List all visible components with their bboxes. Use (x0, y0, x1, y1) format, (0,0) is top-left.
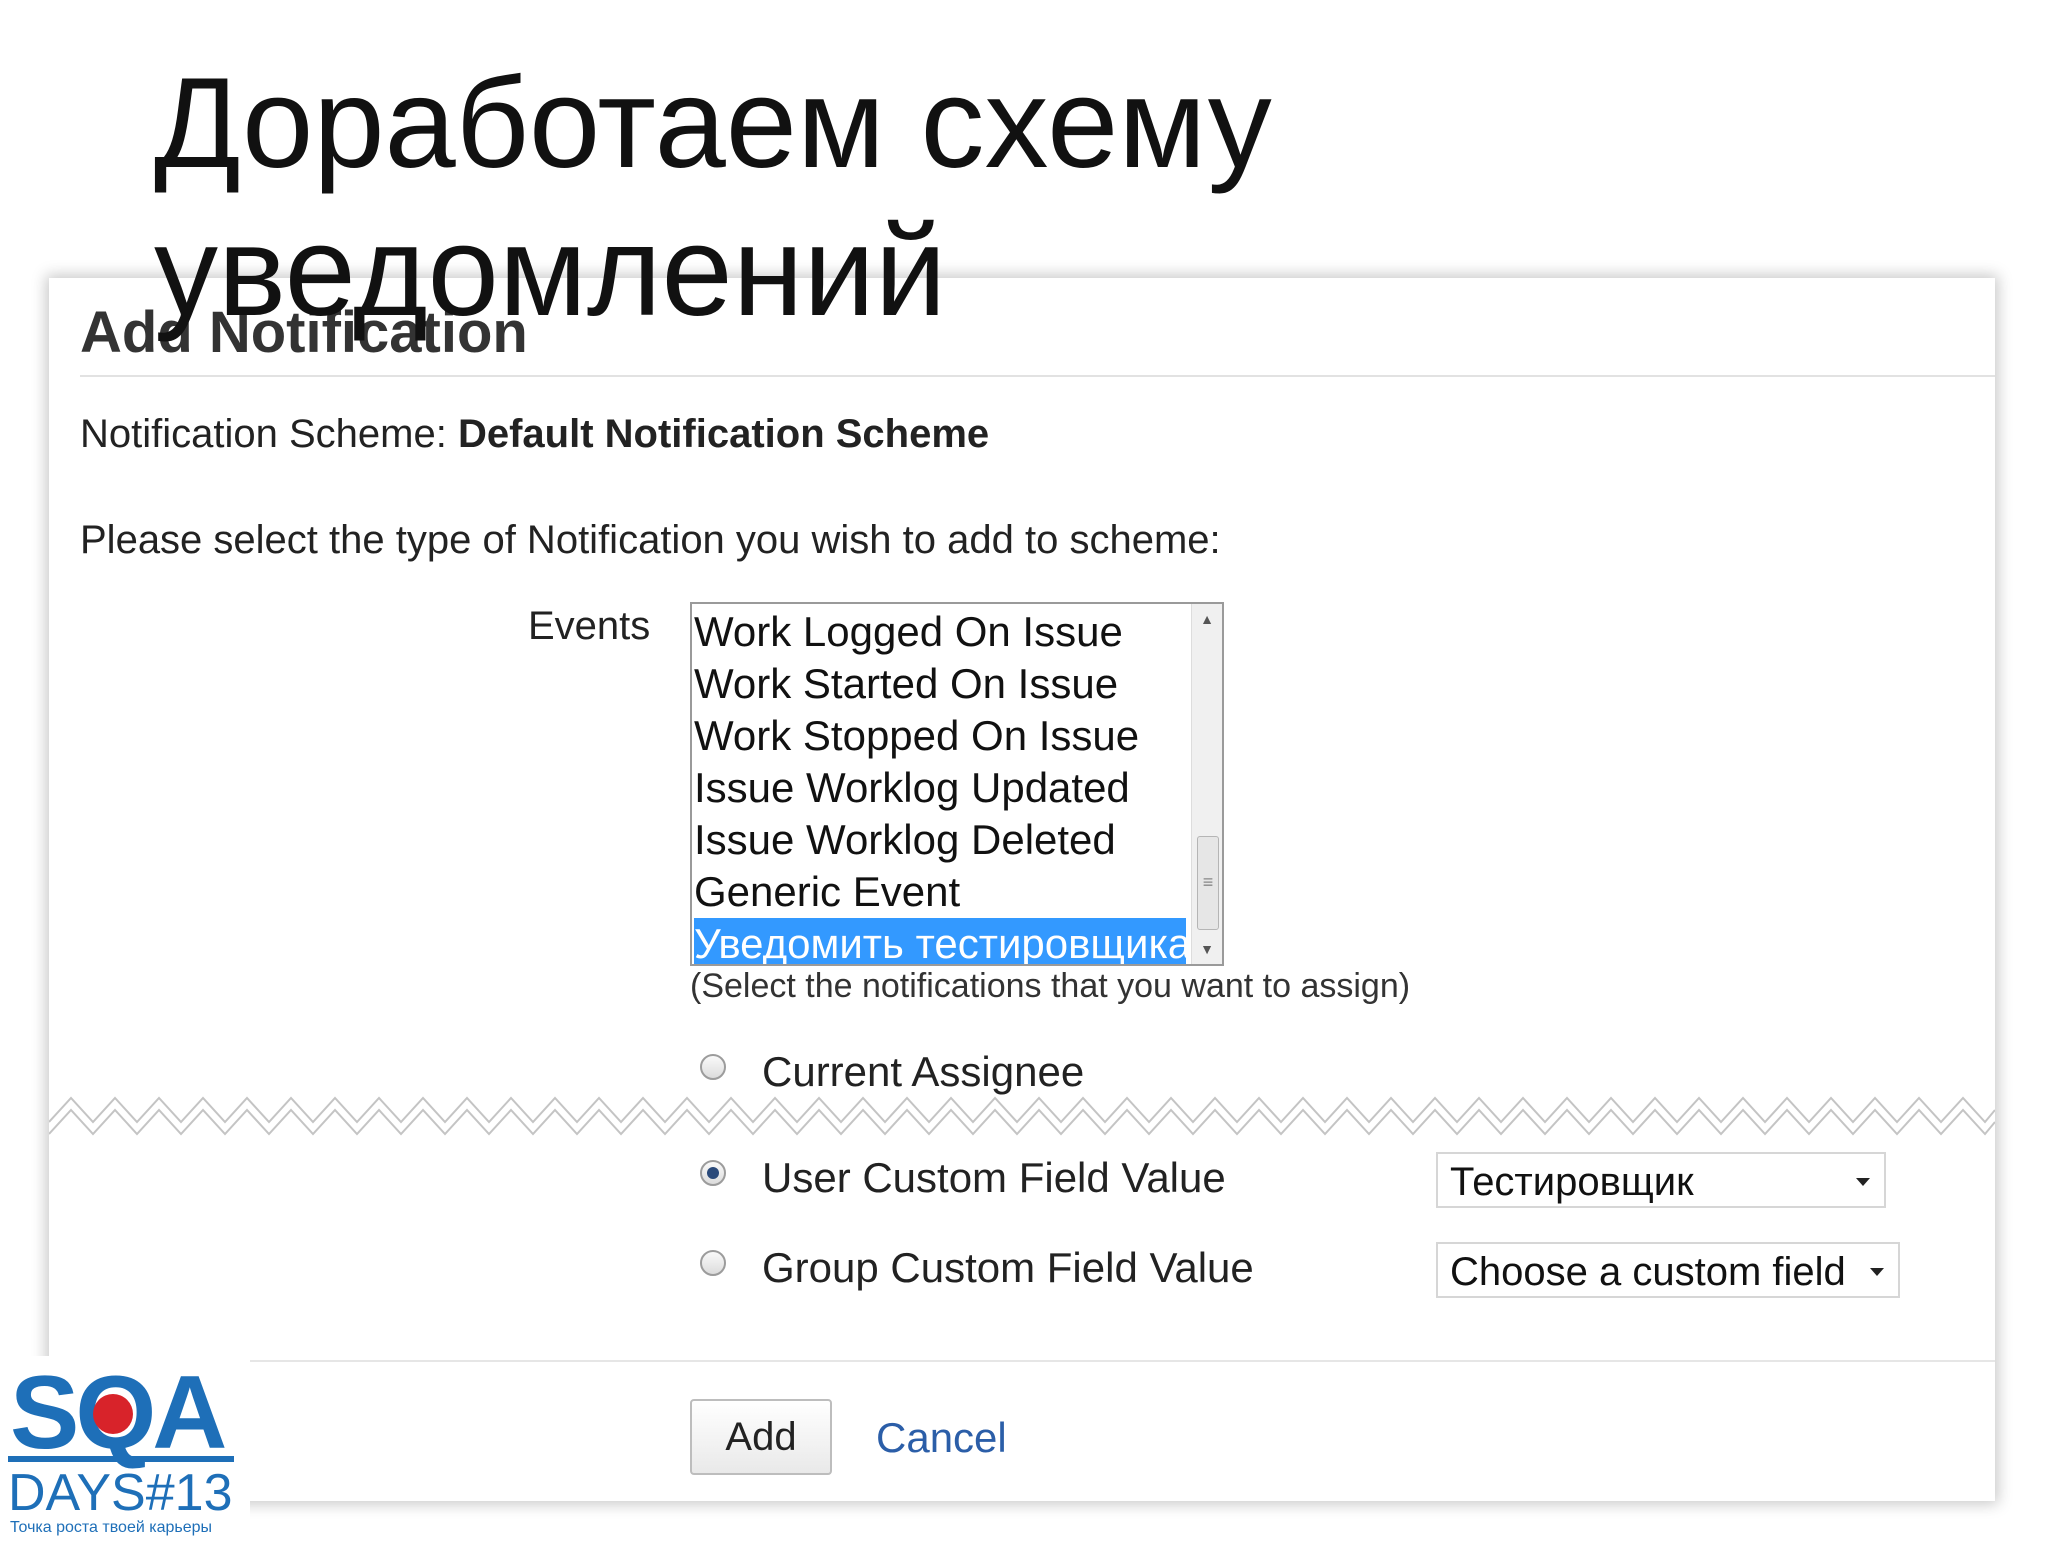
user-custom-field-label: User Custom Field Value (762, 1154, 1226, 1201)
event-option[interactable]: Generic Event (694, 866, 960, 918)
logo-graphic: SQA DAYS#13 Точка роста твоей карьеры (8, 1355, 234, 1536)
scroll-thumb[interactable]: ≡ (1197, 836, 1219, 930)
logo-tagline: Точка роста твоей карьеры (10, 1519, 212, 1536)
event-option[interactable]: Issue Worklog Updated (694, 762, 1130, 814)
user-custom-field-value: Тестировщик (1450, 1160, 1694, 1204)
scheme-label: Notification Scheme: (80, 412, 447, 456)
notification-prompt: Please select the type of Notification y… (80, 518, 1221, 562)
cancel-link[interactable]: Cancel (876, 1412, 1007, 1464)
events-label: Events (528, 604, 651, 648)
sqa-days-logo: SQA DAYS#13 Точка роста твоей карьеры (0, 1355, 250, 1536)
chevron-down-icon (1856, 1178, 1870, 1186)
listbox-scrollbar[interactable]: ▲ ≡ ▼ (1191, 604, 1222, 964)
group-custom-field-value: Choose a custom field (1450, 1250, 1846, 1294)
logo-red-accent (93, 1394, 133, 1434)
user-custom-field-radio[interactable] (700, 1160, 726, 1186)
user-custom-field-select[interactable]: Тестировщик (1436, 1152, 1886, 1208)
chevron-down-icon (1870, 1268, 1884, 1276)
scheme-line: Notification Scheme: Default Notificatio… (80, 408, 989, 460)
event-option[interactable]: Work Stopped On Issue (694, 710, 1139, 762)
scheme-name: Default Notification Scheme (457, 412, 990, 456)
heading-divider (80, 375, 1995, 377)
logo-edition: DAYS#13 (8, 1464, 233, 1522)
group-custom-field-select[interactable]: Choose a custom field (1436, 1242, 1900, 1298)
logo-underline (8, 1456, 234, 1462)
add-button[interactable]: Add (690, 1399, 832, 1475)
event-option[interactable]: Issue Worklog Deleted (694, 814, 1116, 866)
zigzag-cut-line (49, 1096, 1995, 1136)
group-custom-field-label: Group Custom Field Value (762, 1244, 1254, 1291)
event-option-selected[interactable]: Уведомить тестировщика (694, 918, 1191, 964)
scroll-down-arrow-icon[interactable]: ▼ (1192, 934, 1222, 964)
footer-divider (49, 1360, 1995, 1362)
slide-title: Доработаем схему уведомлений (154, 52, 1272, 343)
event-option[interactable]: Work Started On Issue (694, 658, 1118, 710)
current-assignee-radio[interactable] (700, 1054, 726, 1080)
scroll-up-arrow-icon[interactable]: ▲ (1192, 604, 1222, 634)
group-custom-field-radio[interactable] (700, 1250, 726, 1276)
events-hint: (Select the notifications that you want … (690, 967, 1411, 1005)
event-option[interactable]: Work Logged On Issue (694, 606, 1123, 658)
events-listbox[interactable]: Work Logged On Issue Work Started On Iss… (690, 602, 1224, 966)
current-assignee-label: Current Assignee (762, 1048, 1085, 1095)
